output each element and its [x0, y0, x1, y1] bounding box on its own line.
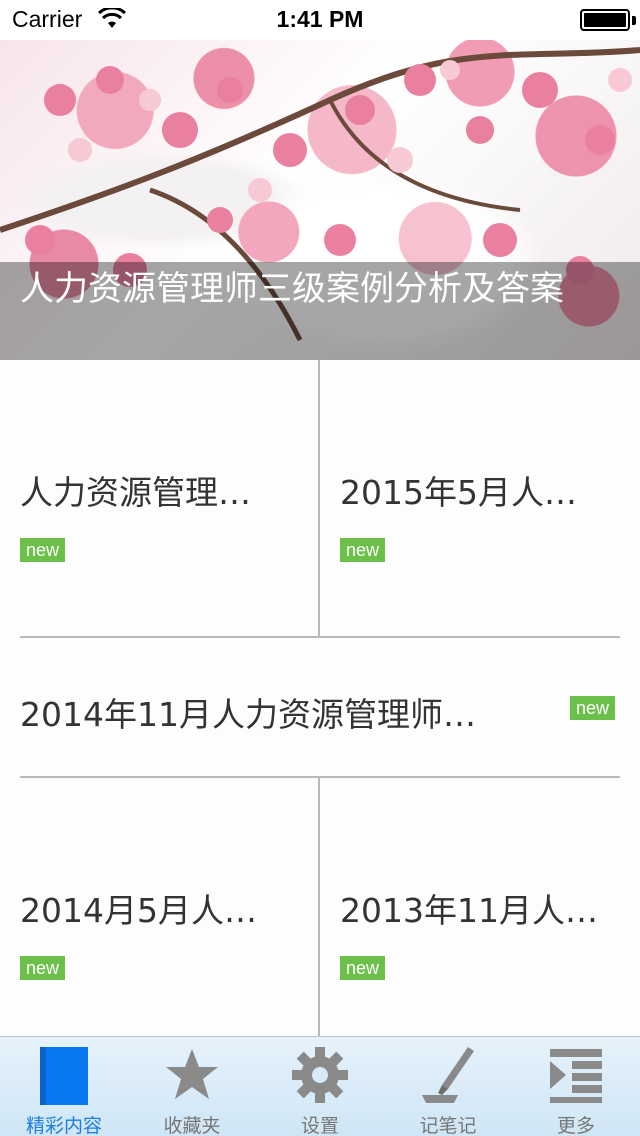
new-badge: new [20, 538, 66, 562]
battery-tip [632, 16, 636, 25]
tab-more[interactable]: 更多 [512, 1037, 640, 1136]
article-title: 人力资源管理… [20, 473, 251, 512]
document-icon [40, 1047, 88, 1105]
featured-banner[interactable]: 人力资源管理师三级案例分析及答案 [0, 40, 640, 360]
status-bar: Carrier 1:41 PM [0, 0, 640, 40]
tab-label: 设置 [300, 1115, 339, 1136]
tab-label: 收藏夹 [163, 1115, 221, 1136]
article-title: 2013年11月人… [340, 891, 598, 930]
article-item[interactable]: 人力资源管理… new [0, 360, 318, 636]
article-item[interactable]: 2015年5月人… new [320, 360, 640, 636]
new-badge: new [340, 956, 386, 980]
article-title: 2014月5月人… [20, 891, 257, 930]
status-time: 1:41 PM [276, 6, 364, 32]
battery-icon [580, 9, 630, 31]
article-grid: 人力资源管理… new 2015年5月人… new 2014年11月人力资源管理… [0, 360, 640, 1036]
new-badge: new [20, 956, 66, 980]
star-icon [166, 1049, 218, 1099]
article-item[interactable]: 2014月5月人… new [0, 778, 318, 1036]
article-title: 2015年5月人… [340, 473, 577, 512]
article-title: 2014年11月人力资源管理师… [20, 695, 476, 734]
pen-icon [422, 1047, 474, 1103]
article-item[interactable]: 2014年11月人力资源管理师… new [0, 638, 640, 776]
gear-icon [292, 1047, 348, 1103]
banner-title: 人力资源管理师三级案例分析及答案 [20, 269, 564, 309]
tab-featured[interactable]: 精彩内容 [0, 1037, 128, 1136]
new-badge: new [340, 538, 386, 562]
tab-favorites[interactable]: 收藏夹 [128, 1037, 256, 1136]
tab-settings[interactable]: 设置 [256, 1037, 384, 1136]
list-icon [550, 1049, 602, 1103]
tab-label: 记笔记 [419, 1115, 477, 1136]
tab-notes[interactable]: 记笔记 [384, 1037, 512, 1136]
new-badge: new [570, 696, 616, 720]
tab-label: 精彩内容 [25, 1115, 102, 1136]
tab-bar: 精彩内容 收藏夹 设置 记笔记 更多 [0, 1036, 640, 1136]
article-item[interactable]: 2013年11月人… new [320, 778, 640, 1036]
tab-label: 更多 [556, 1115, 595, 1136]
